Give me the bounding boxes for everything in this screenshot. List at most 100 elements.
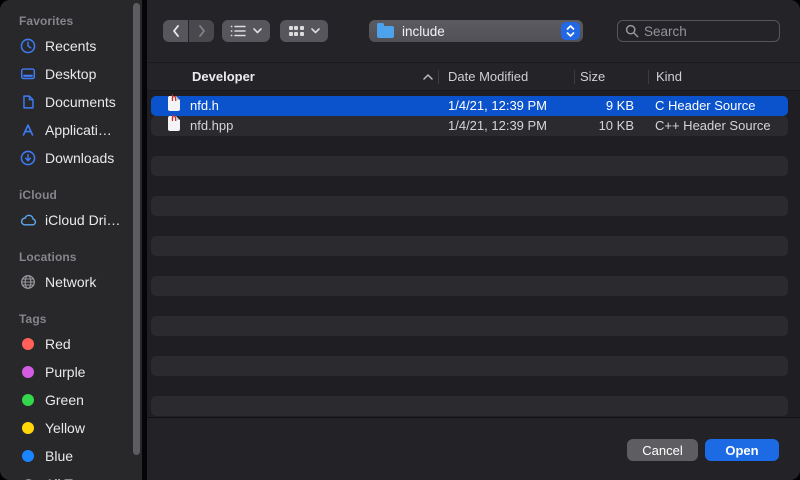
sidebar-item-label: Desktop <box>45 66 96 82</box>
sidebar-item-icloud-drive[interactable]: iCloud Dri… <box>0 206 142 234</box>
search-input[interactable] <box>644 24 800 39</box>
navigation-segmented-control <box>163 20 214 42</box>
grid-view-icon <box>289 26 304 36</box>
sort-ascending-icon <box>423 74 433 80</box>
file-date-modified: 1/4/21, 12:39 PM <box>448 116 547 136</box>
sidebar-item-label: Documents <box>45 94 116 110</box>
empty-row <box>151 296 788 316</box>
sidebar-item-tag-green[interactable]: Green <box>0 386 142 414</box>
chevron-down-icon <box>253 28 262 34</box>
file-size: 10 KB <box>541 116 634 136</box>
sidebar-item-network[interactable]: Network <box>0 268 142 296</box>
sidebar-item-downloads[interactable]: Downloads <box>0 144 142 172</box>
empty-row <box>151 176 788 196</box>
sidebar-item-label: Applicati… <box>45 122 112 138</box>
table-header: Developer Date Modified Size Kind <box>147 62 800 91</box>
file-kind: C Header Source <box>655 96 755 116</box>
search-icon <box>625 24 639 38</box>
chevron-down-icon <box>311 28 320 34</box>
empty-row <box>151 336 788 356</box>
empty-row <box>151 396 788 416</box>
folder-icon <box>377 26 394 38</box>
file-row-nfd-hpp[interactable]: h nfd.hpp 1/4/21, 12:39 PM 10 KB C++ Hea… <box>151 116 788 136</box>
appstore-icon <box>18 120 38 140</box>
empty-row <box>151 356 788 376</box>
stepper-chevrons-icon <box>561 22 580 40</box>
open-button[interactable]: Open <box>705 439 779 461</box>
column-header-name[interactable]: Developer <box>192 63 255 90</box>
sidebar-section-favorites: Favorites <box>0 14 142 32</box>
sidebar-item-all-tags[interactable]: All Tags <box>0 470 142 480</box>
folder-select[interactable]: include <box>369 20 583 42</box>
sidebar-item-label: Yellow <box>45 420 85 436</box>
sidebar-item-tag-red[interactable]: Red <box>0 330 142 358</box>
tag-dot-icon <box>18 362 38 382</box>
column-header-kind[interactable]: Kind <box>656 63 682 90</box>
forward-button[interactable] <box>189 20 214 42</box>
sidebar-item-applications[interactable]: Applicati… <box>0 116 142 144</box>
sidebar-item-desktop[interactable]: Desktop <box>0 60 142 88</box>
sidebar-section-locations: Locations <box>0 250 142 268</box>
file-date-modified: 1/4/21, 12:39 PM <box>448 96 547 116</box>
sidebar-item-tag-yellow[interactable]: Yellow <box>0 414 142 442</box>
empty-row <box>151 376 788 396</box>
file-row-nfd-h[interactable]: h nfd.h 1/4/21, 12:39 PM 9 KB C Header S… <box>151 96 788 116</box>
tag-dot-icon <box>18 446 38 466</box>
file-name: nfd.hpp <box>190 116 233 136</box>
sidebar-item-documents[interactable]: Documents <box>0 88 142 116</box>
sidebar-item-label: Network <box>45 274 96 290</box>
desktop-icon <box>18 64 38 84</box>
column-separator <box>574 70 575 84</box>
sidebar-item-label: Red <box>45 336 71 352</box>
tag-dot-icon <box>18 418 38 438</box>
file-list: h nfd.h 1/4/21, 12:39 PM 9 KB C Header S… <box>147 91 800 417</box>
sidebar: Favorites Recents Desktop Documents <box>0 0 142 480</box>
cloud-icon <box>18 210 38 230</box>
dialog-footer: Cancel Open <box>147 417 800 480</box>
download-circle-icon <box>18 148 38 168</box>
empty-row <box>151 316 788 336</box>
chevron-left-icon <box>172 25 180 37</box>
sidebar-item-label: Downloads <box>45 150 114 166</box>
sidebar-section-tags: Tags <box>0 312 142 330</box>
sidebar-item-recents[interactable]: Recents <box>0 32 142 60</box>
empty-row <box>151 156 788 176</box>
open-file-dialog: Favorites Recents Desktop Documents <box>0 0 800 480</box>
sidebar-section-icloud: iCloud <box>0 188 142 206</box>
sidebar-item-label: Recents <box>45 38 96 54</box>
sidebar-item-label: Blue <box>45 448 73 464</box>
empty-row <box>151 136 788 156</box>
list-view-button[interactable] <box>222 20 270 42</box>
tag-dot-icon <box>18 334 38 354</box>
sidebar-item-label: Green <box>45 392 84 408</box>
sidebar-item-tag-blue[interactable]: Blue <box>0 442 142 470</box>
file-list-empty-rows <box>147 136 800 416</box>
grid-view-button[interactable] <box>280 20 328 42</box>
column-header-size[interactable]: Size <box>580 63 605 90</box>
clock-icon <box>18 36 38 56</box>
cancel-button[interactable]: Cancel <box>627 439 698 461</box>
empty-row <box>151 236 788 256</box>
column-separator <box>438 70 439 84</box>
header-file-icon: h <box>168 116 180 131</box>
document-icon <box>18 92 38 112</box>
empty-row <box>151 256 788 276</box>
sidebar-item-label: iCloud Dri… <box>45 212 120 228</box>
main-panel: include Developer Date Modified Size Kin… <box>147 0 800 480</box>
file-size: 9 KB <box>541 96 634 116</box>
sidebar-item-label: Purple <box>45 364 85 380</box>
column-separator <box>648 70 649 84</box>
back-button[interactable] <box>163 20 188 42</box>
column-header-date-modified[interactable]: Date Modified <box>448 63 528 90</box>
list-view-icon <box>230 24 246 38</box>
empty-row <box>151 196 788 216</box>
chevron-right-icon <box>198 25 206 37</box>
toolbar: include <box>147 0 800 62</box>
sidebar-scrollbar[interactable] <box>133 3 140 455</box>
sidebar-item-tag-purple[interactable]: Purple <box>0 358 142 386</box>
globe-icon <box>18 272 38 292</box>
search-field <box>617 20 780 42</box>
file-kind: C++ Header Source <box>655 116 771 136</box>
empty-row <box>151 216 788 236</box>
file-name: nfd.h <box>190 96 219 116</box>
